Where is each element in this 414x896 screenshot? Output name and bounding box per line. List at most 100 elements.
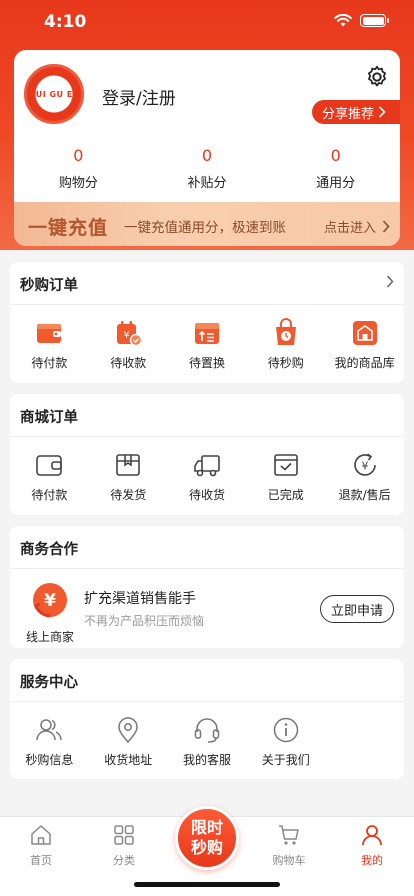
mall-order-pending-receipt[interactable]: 待收货 (168, 450, 247, 503)
mall-orders-section: 商城订单 待付款 待发货 待收货 已完成 ¥ 退款/售后 (10, 394, 404, 515)
service-customer-support[interactable]: 我的客服 (168, 715, 247, 768)
status-bar: 4:10 (0, 0, 414, 46)
divider (10, 701, 404, 702)
stat-label: 购物分 (58, 176, 98, 191)
mall-order-refund-after-sales[interactable]: ¥ 退款/售后 (325, 450, 404, 503)
recharge-description: 一键充值通用分，极速到账 (124, 220, 287, 236)
service-icons: 秒购信息 收货地址 我的客服 关于我们 (10, 715, 404, 768)
refund-icon: ¥ (353, 453, 376, 476)
home-indicator (134, 882, 280, 887)
flash-order-pending-flash[interactable]: 待秒购 (246, 318, 325, 371)
check-tray-icon (273, 454, 298, 476)
recharge-enter-label: 点击进入 (323, 220, 376, 236)
mall-order-completed[interactable]: 已完成 (246, 450, 325, 503)
shopping-bag-clock-icon (275, 318, 296, 345)
icon-label: 我的商品库 (334, 356, 395, 370)
wallet-icon (37, 324, 62, 343)
info-icon (273, 717, 299, 743)
stat-value: 0 (330, 146, 341, 165)
flash-order-pending-payment[interactable]: 待付款 (10, 318, 89, 371)
chevron-right-icon (382, 219, 390, 233)
location-icon (118, 717, 138, 744)
tab-home[interactable]: 首页 (11, 823, 71, 868)
recharge-banner[interactable]: 一键充值 一键充值通用分，极速到账 点击进入 (14, 202, 400, 246)
mall-order-pending-shipment[interactable]: 待发货 (89, 450, 168, 503)
chevron-right-icon[interactable] (386, 275, 394, 288)
svg-text:¥: ¥ (361, 460, 368, 473)
tab-cart[interactable]: 购物车 (259, 823, 319, 868)
stat-shopping-points[interactable]: 0 购物分 (14, 146, 143, 191)
service-about-us[interactable]: 关于我们 (246, 715, 325, 768)
online-merchant-label: 线上商家 (26, 630, 75, 644)
tab-label: 首页 (30, 854, 52, 867)
tab-label: 我的 (361, 854, 383, 867)
flash-sale-button[interactable]: 限时 秒购 (175, 806, 239, 870)
svg-text:¥: ¥ (124, 330, 130, 341)
merchant-yen-icon: ¥ (33, 583, 67, 618)
section-title: 商务合作 (20, 542, 78, 558)
icon-label: 待付款 (31, 488, 68, 502)
icon-label: 关于我们 (261, 753, 310, 767)
icon-label: 待付款 (31, 356, 68, 370)
flash-order-my-product-library[interactable]: 我的商品库 (325, 318, 404, 371)
tab-category[interactable]: 分类 (94, 823, 154, 868)
recharge-title: 一键充值 (28, 216, 109, 239)
icon-label: 待秒购 (267, 356, 304, 370)
svg-text:¥: ¥ (44, 591, 56, 611)
status-icons (334, 14, 389, 27)
icon-label: 收货地址 (104, 753, 153, 767)
flash-order-pending-exchange[interactable]: 待置换 (168, 318, 247, 371)
app-logo[interactable]: HUI GU ER (24, 64, 84, 124)
stat-subsidy-points[interactable]: 0 补贴分 (143, 146, 272, 191)
stat-label: 补贴分 (187, 176, 227, 191)
share-recommend-button[interactable]: 分享推荐 (311, 100, 400, 124)
business-headline: 扩充渠道销售能手 (84, 591, 196, 607)
service-flash-info[interactable]: 秒购信息 (10, 715, 89, 768)
wallet-icon (36, 455, 63, 476)
stat-general-points[interactable]: 0 通用分 (271, 146, 400, 191)
tab-mine[interactable]: 我的 (342, 823, 402, 868)
headset-icon (194, 718, 220, 743)
divider (10, 568, 404, 569)
icon-label: 已完成 (267, 488, 304, 502)
icon-label: 待收款 (110, 356, 147, 370)
tab-label: 分类 (113, 854, 135, 867)
mall-order-pending-payment[interactable]: 待付款 (10, 450, 89, 503)
gear-icon[interactable] (364, 64, 390, 90)
icon-label: 我的客服 (182, 753, 231, 767)
icon-label: 秒购信息 (25, 753, 74, 767)
stat-value: 0 (73, 146, 84, 165)
grid-icon (114, 825, 134, 845)
share-label: 分享推荐 (321, 106, 374, 122)
divider (10, 436, 404, 437)
box-icon (116, 454, 140, 476)
exchange-icon (194, 323, 219, 344)
recharge-enter-link[interactable]: 点击进入 (324, 217, 390, 236)
logo-text: HUI GU ER (28, 89, 80, 99)
users-icon (36, 719, 63, 741)
login-register-link[interactable]: 登录/注册 (102, 84, 176, 109)
flash-order-pending-receipt[interactable]: ¥ 待收款 (89, 318, 168, 371)
user-icon (362, 825, 382, 846)
section-title: 服务中心 (20, 675, 78, 691)
icon-label: 待收货 (188, 488, 225, 502)
flash-sale-line1: 限时 (190, 818, 223, 837)
stat-value: 0 (201, 146, 213, 165)
wifi-icon (334, 14, 352, 27)
cart-icon (279, 825, 299, 845)
home-icon (31, 825, 51, 845)
chevron-right-icon (378, 106, 386, 118)
icon-label: 待置换 (188, 356, 225, 370)
tab-label: 购物车 (272, 854, 306, 867)
apply-now-button[interactable]: 立即申请 (319, 595, 394, 623)
section-title: 秒购订单 (20, 278, 78, 294)
icon-label: 待发货 (110, 488, 147, 502)
mall-orders-icons: 待付款 待发货 待收货 已完成 ¥ 退款/售后 (10, 450, 404, 503)
profile-card: HUI GU ER 登录/注册 分享推荐 0 购物分 0 补贴分 0 通用分 一… (14, 50, 400, 246)
service-shipping-address[interactable]: 收货地址 (89, 715, 168, 768)
points-stats: 0 购物分 0 补贴分 0 通用分 (14, 146, 400, 191)
flash-orders-icons: 待付款 ¥ 待收款 待置换 待秒购 我的商品库 (10, 318, 404, 371)
truck-icon (194, 455, 220, 477)
battery-icon (360, 14, 389, 27)
status-time: 4:10 (44, 12, 87, 32)
